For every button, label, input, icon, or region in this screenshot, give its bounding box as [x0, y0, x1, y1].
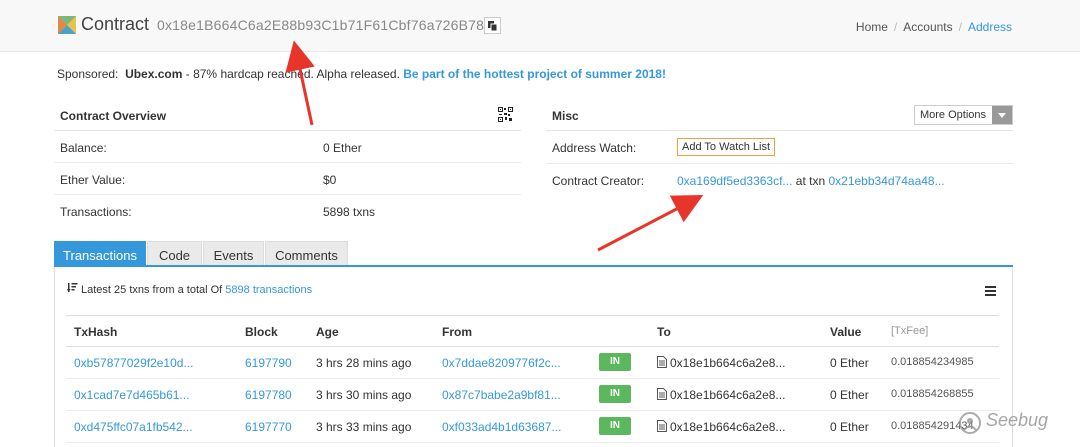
sponsored-label: Sponsored:	[57, 67, 119, 81]
to-address: 0x18e1b664c6a2e8...	[670, 356, 786, 370]
misc-title: Misc	[552, 109, 579, 123]
sponsor-name[interactable]: Ubex.com	[125, 67, 182, 81]
from-address-link[interactable]: 0xf033ad4b1d63687...	[442, 420, 561, 434]
contract-document-icon	[657, 420, 667, 432]
creator-txn-link[interactable]: 0x21ebb34d74aa48...	[828, 174, 944, 188]
copy-address-button[interactable]	[484, 17, 501, 34]
transactions-row: Transactions: 5898 txns	[54, 195, 521, 227]
contract-document-icon	[657, 388, 667, 400]
breadcrumb-address: Address	[967, 20, 1012, 34]
col-from: From	[442, 325, 472, 339]
seebug-watermark: Seebug	[986, 410, 1049, 430]
col-block: Block	[245, 325, 278, 339]
arrow-to-creator	[597, 195, 704, 252]
ether-value-label: Ether Value:	[60, 173, 126, 187]
ether-value-row: Ether Value: $0	[54, 163, 521, 195]
address-watch-row: Address Watch: Add To Watch List	[546, 131, 1013, 164]
sort-icon	[67, 283, 78, 293]
contract-creator-label: Contract Creator:	[552, 174, 645, 188]
table-header: TxHash Block Age From To Value [TxFee]	[66, 315, 999, 347]
tx-fee: 0.018854234985	[891, 356, 974, 368]
balance-value: 0 Ether	[323, 141, 362, 155]
copy-icon	[488, 21, 498, 31]
tx-age: 3 hrs 30 mins ago	[316, 388, 412, 402]
direction-badge: IN	[599, 417, 631, 435]
qr-code-icon[interactable]	[498, 107, 513, 122]
from-address-link[interactable]: 0x87c7babe2a9bf81...	[442, 388, 561, 402]
table-row: 0xb57877029f2e10d... 6197790 3 hrs 28 mi…	[66, 347, 999, 379]
seebug-logo-icon	[959, 412, 981, 434]
tab-events[interactable]: Events	[203, 241, 264, 267]
ether-value-value: $0	[323, 173, 337, 187]
block-link[interactable]: 6197780	[245, 388, 292, 402]
transactions-value: 5898 txns	[323, 205, 376, 219]
tx-age: 3 hrs 33 mins ago	[316, 420, 412, 434]
col-age: Age	[316, 325, 339, 339]
tx-hash-link[interactable]: 0xb57877029f2e10d...	[74, 356, 193, 370]
sponsor-promo-link[interactable]: Be part of the hottest project of summer…	[403, 67, 666, 81]
more-options-button[interactable]: More Options	[913, 105, 1013, 125]
col-to: To	[657, 325, 671, 339]
tx-value: 0 Ether	[830, 356, 869, 370]
contract-creator-row: Contract Creator: 0xa169df5ed3363cf... a…	[546, 164, 1013, 197]
breadcrumb-accounts[interactable]: Accounts	[903, 20, 952, 34]
add-to-watch-list-button[interactable]: Add To Watch List	[677, 138, 776, 156]
col-txhash: TxHash	[74, 325, 118, 339]
direction-badge: IN	[599, 385, 631, 403]
sponsored-banner: Sponsored: Ubex.com - 87% hardcap reache…	[57, 67, 666, 81]
balance-label: Balance:	[60, 141, 107, 155]
txn-summary: Latest 25 txns from a total Of 5898 tran…	[67, 283, 312, 296]
col-value: Value	[830, 325, 862, 339]
contract-document-icon	[657, 356, 667, 368]
address-watch-label: Address Watch:	[552, 141, 637, 155]
overview-title: Contract Overview	[60, 109, 167, 123]
contract-logo-icon	[58, 16, 76, 34]
sponsor-text: - 87% hardcap reached. Alpha released.	[182, 67, 400, 81]
txn-count-link[interactable]: 5898 transactions	[225, 284, 312, 296]
table-row: 0xd475ffc07a1fb542... 6197770 3 hrs 33 m…	[66, 411, 999, 443]
contract-overview-panel: Contract Overview Balance: 0 Ether Ether…	[54, 99, 521, 227]
more-options-label: More Options	[919, 109, 986, 121]
contract-address: 0x18e1B664C6a2E88b93C1b71F61Cbf76a726B78…	[157, 17, 501, 33]
hamburger-menu-icon[interactable]	[985, 286, 996, 296]
tx-hash-link[interactable]: 0x1cad7e7d465b61...	[74, 388, 189, 402]
misc-panel: Misc More Options Address Watch: Add To …	[546, 99, 1013, 197]
chevron-down-icon	[992, 106, 1012, 124]
transactions-label: Transactions:	[60, 205, 132, 219]
at-txn-text: at txn	[795, 174, 826, 188]
from-address-link[interactable]: 0x7ddae8209776f2c...	[442, 356, 561, 370]
creator-info: 0xa169df5ed3363cf... at txn 0x21ebb34d74…	[677, 174, 945, 188]
block-link[interactable]: 6197770	[245, 420, 292, 434]
creator-address-link[interactable]: 0xa169df5ed3363cf...	[677, 174, 792, 188]
direction-badge: IN	[599, 353, 631, 371]
balance-row: Balance: 0 Ether	[54, 131, 521, 163]
tab-comments[interactable]: Comments	[265, 241, 348, 267]
tab-transactions[interactable]: Transactions	[54, 241, 146, 267]
tx-value: 0 Ether	[830, 388, 869, 402]
block-link[interactable]: 6197790	[245, 356, 292, 370]
tx-hash-link[interactable]: 0xd475ffc07a1fb542...	[74, 420, 193, 434]
tab-code[interactable]: Code	[147, 241, 202, 267]
tx-fee: 0.018854268855	[891, 388, 974, 400]
tx-age: 3 hrs 28 mins ago	[316, 356, 412, 370]
page-title: Contract	[81, 14, 150, 34]
tx-value: 0 Ether	[830, 420, 869, 434]
to-address: 0x18e1b664c6a2e8...	[670, 388, 786, 402]
breadcrumb-home[interactable]: Home	[856, 20, 888, 34]
table-row: 0x1cad7e7d465b61... 6197780 3 hrs 30 min…	[66, 379, 999, 411]
page-header: Contract 0x18e1B664C6a2E88b93C1b71F61Cbf…	[0, 0, 1080, 52]
col-txfee[interactable]: [TxFee]	[891, 325, 928, 337]
txn-summary-text: Latest 25 txns from a total Of	[81, 284, 223, 296]
breadcrumb: Home / Accounts / Address	[855, 20, 1012, 34]
to-address: 0x18e1b664c6a2e8...	[670, 420, 786, 434]
